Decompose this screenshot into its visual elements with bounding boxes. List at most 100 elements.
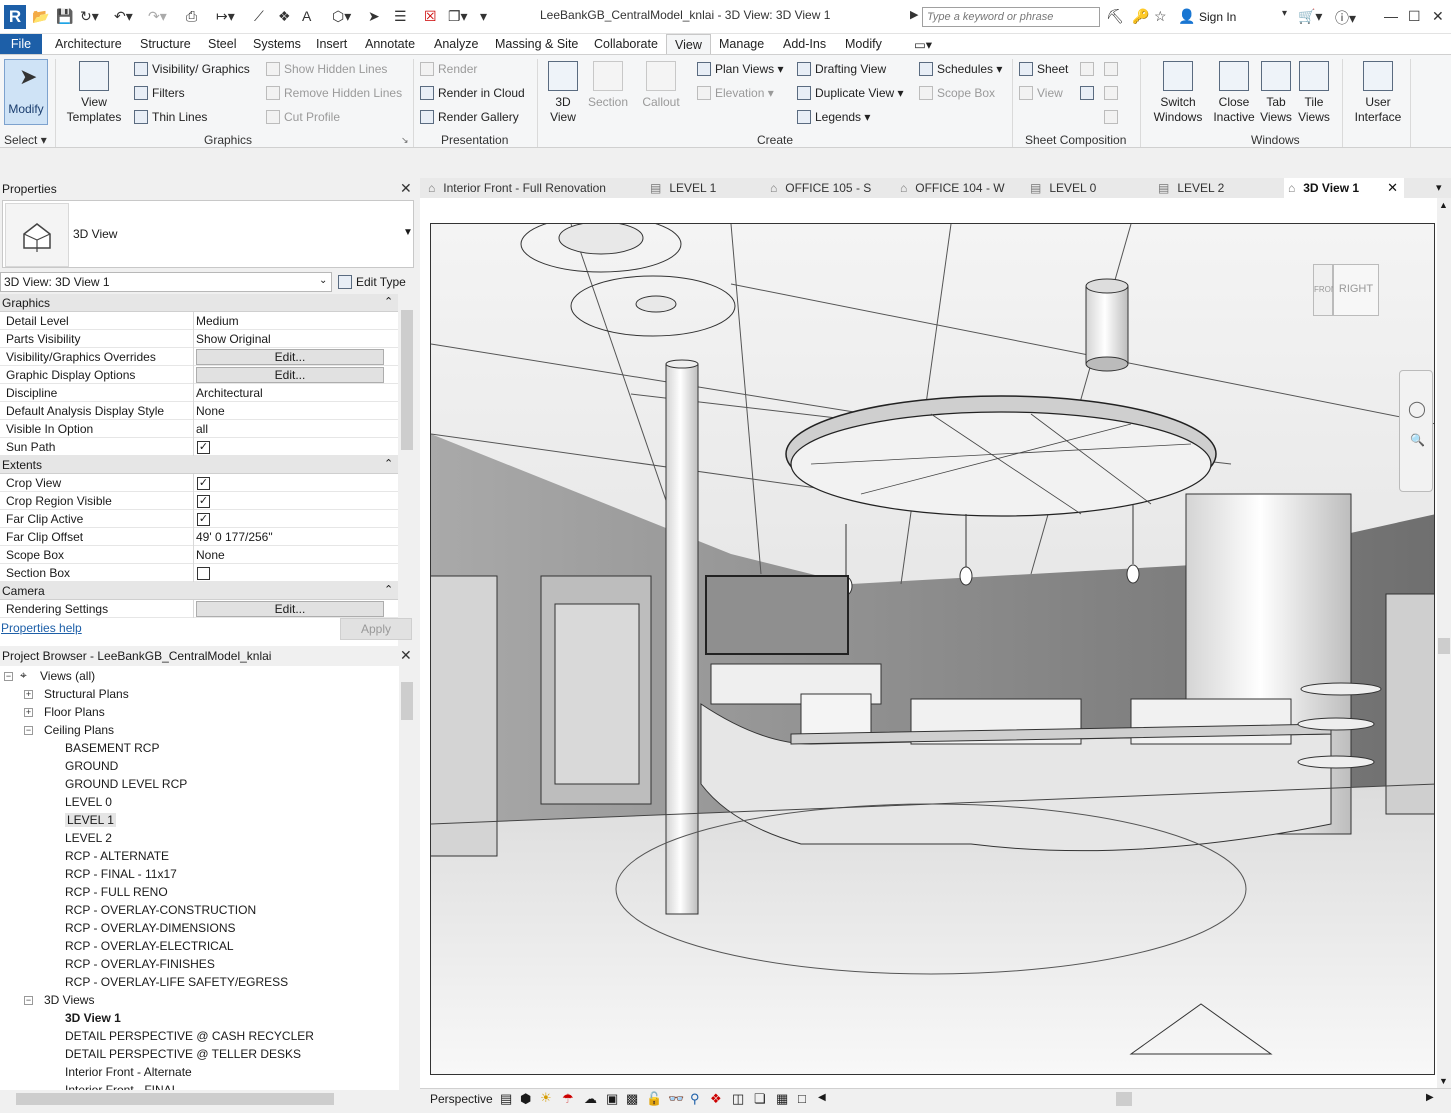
collapse-icon[interactable]: − [24, 996, 33, 1005]
open-icon[interactable]: 📂 [32, 8, 49, 25]
favorites-star-icon[interactable]: ☆ [1154, 8, 1167, 25]
tab-annotate[interactable]: Annotate [365, 37, 415, 51]
highlight-displacement-icon[interactable]: ❏ [754, 1091, 766, 1107]
scrollbar-thumb[interactable] [401, 310, 413, 450]
collapse-icon[interactable]: ⌃ [384, 457, 393, 470]
browser-item[interactable]: Structural Plans [44, 687, 129, 701]
viewcube[interactable]: FRONT RIGHT [1311, 264, 1381, 322]
duplicate-view-button[interactable]: Duplicate View ▾ [797, 86, 904, 100]
edit-type-button[interactable]: Edit Type [336, 272, 414, 292]
render-in-cloud-button[interactable]: Render in Cloud [420, 86, 525, 100]
browser-item[interactable]: LEVEL 0 [65, 795, 112, 809]
scope-box-button[interactable]: Scope Box [919, 86, 995, 100]
tile-views-button[interactable]: Tile Views [1296, 61, 1332, 125]
thin-lines-icon[interactable]: ☰ [394, 8, 407, 25]
remove-hidden-lines-button[interactable]: Remove Hidden Lines [266, 86, 402, 100]
revit-logo[interactable]: R [4, 5, 26, 29]
switch-windows-button[interactable]: Switch Windows [1148, 61, 1208, 125]
property-category[interactable]: Camera ⌃ [0, 582, 398, 600]
user-interface-button[interactable]: User Interface [1350, 61, 1406, 125]
detail-level-icon[interactable]: ▤ [500, 1091, 512, 1107]
browser-item[interactable]: 3D View 1 [65, 1011, 121, 1025]
guide-grid-icon[interactable] [1080, 86, 1094, 100]
browser-horizontal-scrollbar[interactable] [0, 1090, 416, 1108]
type-selector[interactable]: 3D View ▼ [2, 200, 414, 268]
select-dropdown[interactable]: Select ▾ [4, 133, 47, 147]
view-templates-button[interactable]: View Templates [64, 61, 124, 125]
callout-button[interactable]: Callout [638, 61, 684, 110]
revisions-icon[interactable] [1104, 62, 1118, 76]
shadows-icon[interactable]: ☂ [562, 1091, 574, 1107]
property-value[interactable]: all [196, 422, 208, 436]
analytical-model-icon[interactable]: ◫ [732, 1091, 744, 1107]
scroll-up-icon[interactable]: ▲ [1439, 200, 1448, 210]
cart-icon[interactable]: 🛒▾ [1298, 8, 1322, 25]
filters-button[interactable]: Filters [134, 86, 185, 100]
property-row[interactable]: Section Box [0, 564, 398, 582]
checkbox[interactable]: ✓ [197, 495, 210, 508]
schedules-button[interactable]: Schedules ▾ [919, 62, 1002, 76]
reveal-constraints-icon[interactable]: ▦ [776, 1091, 788, 1107]
tab-steel[interactable]: Steel [208, 37, 237, 51]
crop-view-icon[interactable]: ▣ [606, 1091, 618, 1107]
collapse-icon[interactable]: ⌃ [384, 583, 393, 596]
crop-region-icon[interactable]: ▩ [626, 1091, 638, 1107]
browser-item[interactable]: Interior Front - FINAL [65, 1083, 178, 1090]
view-tab[interactable]: ▤ LEVEL 1 [646, 178, 756, 198]
default-3d-view-icon[interactable]: ⬡▾ [332, 8, 351, 25]
elevation-button[interactable]: Elevation ▾ [697, 86, 774, 100]
sign-in-dropdown-icon[interactable]: ▾ [1282, 8, 1287, 19]
view-tab[interactable]: ⌂ OFFICE 104 - W [896, 178, 1016, 198]
3d-viewport[interactable]: FRONT RIGHT ◯ 🔍 [430, 223, 1435, 1075]
property-row[interactable]: Far Clip Offset 49' 0 177/256" [0, 528, 398, 546]
navigation-bar[interactable]: ◯ 🔍 [1399, 370, 1433, 492]
close-inactive-button[interactable]: Close Inactive [1210, 61, 1258, 125]
property-row[interactable]: Visibility/Graphics Overrides Edit... [0, 348, 398, 366]
browser-item[interactable]: RCP - ALTERNATE [65, 849, 169, 863]
graphics-dialog-launcher-icon[interactable]: ↘ [401, 135, 409, 146]
edit-button[interactable]: Edit... [196, 349, 384, 365]
browser-item[interactable]: DETAIL PERSPECTIVE @ CASH RECYCLER [65, 1029, 314, 1043]
property-row[interactable]: Parts Visibility Show Original [0, 330, 398, 348]
search-input[interactable]: Type a keyword or phrase [922, 7, 1100, 27]
apply-button[interactable]: Apply [340, 618, 412, 640]
close-window-icon[interactable]: ✕ [1432, 8, 1444, 25]
property-value[interactable]: Medium [196, 314, 239, 328]
sign-in-link[interactable]: Sign In [1199, 10, 1236, 24]
tab-massing-site[interactable]: Massing & Site [495, 37, 578, 51]
browser-item[interactable]: Interior Front - Alternate [65, 1065, 192, 1079]
property-row[interactable]: Far Clip Active ✓ [0, 510, 398, 528]
tab-view[interactable]: View [666, 34, 711, 55]
tab-analyze[interactable]: Analyze [434, 37, 478, 51]
property-row[interactable]: Crop View ✓ [0, 474, 398, 492]
browser-item[interactable]: LEVEL 1 [65, 813, 116, 827]
scrollbar-thumb[interactable] [16, 1093, 334, 1105]
redo-icon[interactable]: ↷▾ [148, 8, 167, 25]
browser-scrollbar[interactable] [399, 666, 415, 1090]
subscription-icon[interactable]: 🔑 [1132, 8, 1149, 25]
tab-modify[interactable]: Modify [845, 37, 882, 51]
binoculars-icon[interactable]: ⛏ [1106, 8, 1124, 25]
browser-item[interactable]: 3D Views [44, 993, 94, 1007]
canvas-scrollbar[interactable]: ▲ ▼ [1437, 198, 1451, 1088]
property-row[interactable]: Crop Region Visible ✓ [0, 492, 398, 510]
minimize-icon[interactable]: — [1384, 8, 1398, 24]
switch-windows-icon[interactable]: ❐▾ [448, 8, 468, 25]
edit-button[interactable]: Edit... [196, 601, 384, 617]
browser-item[interactable]: RCP - FULL RENO [65, 885, 168, 899]
render-gallery-button[interactable]: Render Gallery [420, 110, 519, 124]
browser-item[interactable]: RCP - OVERLAY-DIMENSIONS [65, 921, 235, 935]
scrollbar-thumb[interactable] [1438, 638, 1450, 654]
property-value[interactable]: 49' 0 177/256" [196, 530, 273, 544]
tab-list-dropdown-icon[interactable]: ▾ [1436, 181, 1442, 194]
user-icon[interactable]: 👤 [1178, 8, 1195, 25]
reveal-hidden-icon[interactable]: ⚲ [690, 1091, 700, 1107]
checkbox[interactable]: ✓ [197, 513, 210, 526]
visibility-graphics-button[interactable]: Visibility/ Graphics [134, 62, 250, 76]
view-tab[interactable]: ⌂ Interior Front - Full Renovation [424, 178, 636, 198]
unlocked-view-icon[interactable]: 🔓 [646, 1091, 662, 1107]
expand-icon[interactable]: + [24, 690, 33, 699]
sync-icon[interactable]: ↻▾ [80, 8, 99, 25]
perspective-mode[interactable]: Perspective [430, 1092, 493, 1106]
close-icon[interactable]: ✕ [400, 180, 412, 197]
